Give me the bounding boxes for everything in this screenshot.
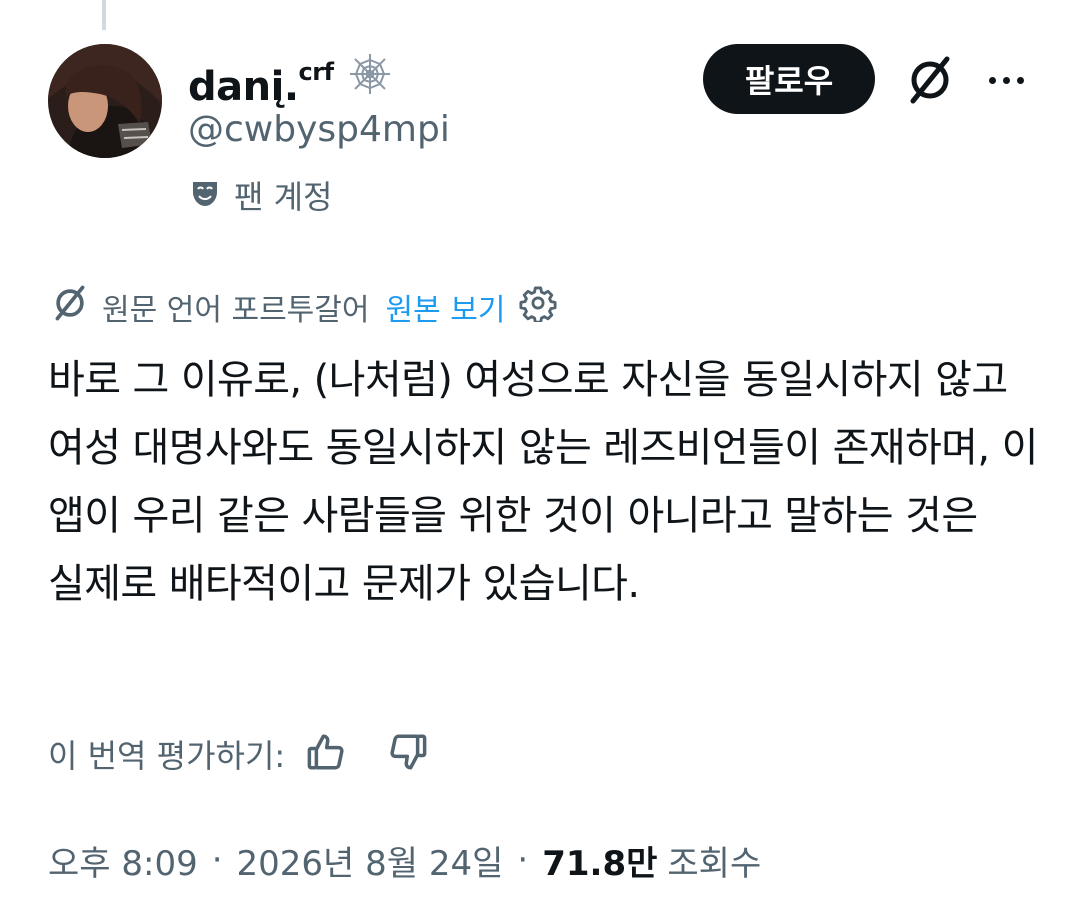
grok-icon [50, 283, 90, 331]
account-type-label: 팬 계정 [234, 178, 333, 216]
follow-button[interactable]: 팔로우 [703, 44, 875, 114]
thread-connector-line [102, 0, 106, 30]
display-name-row: danį.crf [188, 44, 392, 115]
tweet-time[interactable]: 오후 8:09 [48, 836, 198, 885]
grok-icon[interactable] [903, 53, 957, 107]
rate-translation-row: 이 번역 평가하기: [48, 728, 429, 780]
tweet-date[interactable]: 2026년 8월 24일 [237, 836, 504, 885]
user-handle[interactable]: @cwbysp4mpi [188, 106, 450, 154]
avatar-image [48, 44, 162, 158]
more-dot [988, 76, 996, 84]
display-name-text: danį. [188, 64, 299, 110]
spider-web-icon [348, 52, 392, 100]
gear-icon[interactable] [519, 284, 557, 330]
thumbs-down-icon[interactable] [387, 731, 429, 777]
display-name-superscript: crf [298, 58, 335, 86]
translation-notice: 원문 언어 포르투갈어 원본 보기 [50, 284, 557, 330]
more-icon[interactable] [984, 62, 1028, 98]
translation-language-label: 원문 언어 포르투갈어 [102, 293, 370, 328]
tweet-meta: 오후 8:09 · 2026년 8월 24일 · 71.8만 조회수 [48, 832, 761, 888]
display-name[interactable]: danį.crf [188, 44, 334, 115]
show-original-link[interactable]: 원본 보기 [385, 285, 505, 329]
rate-translation-label: 이 번역 평가하기: [48, 737, 286, 775]
tweet-text: 바로 그 이유로, (나처럼) 여성으로 자신을 동일시하지 않고 여성 대명사… [48, 357, 1038, 607]
more-dot [1016, 76, 1024, 84]
meta-separator: · [211, 840, 223, 880]
account-label-row: 팬 계정 [190, 172, 333, 218]
more-dot [1002, 76, 1010, 84]
thumbs-up-icon[interactable] [305, 731, 347, 777]
avatar[interactable] [48, 44, 162, 158]
meta-separator: · [517, 840, 529, 880]
views-label: 조회수 [667, 843, 762, 884]
views-count: 71.8만 [542, 843, 658, 884]
theater-mask-icon [190, 178, 220, 212]
